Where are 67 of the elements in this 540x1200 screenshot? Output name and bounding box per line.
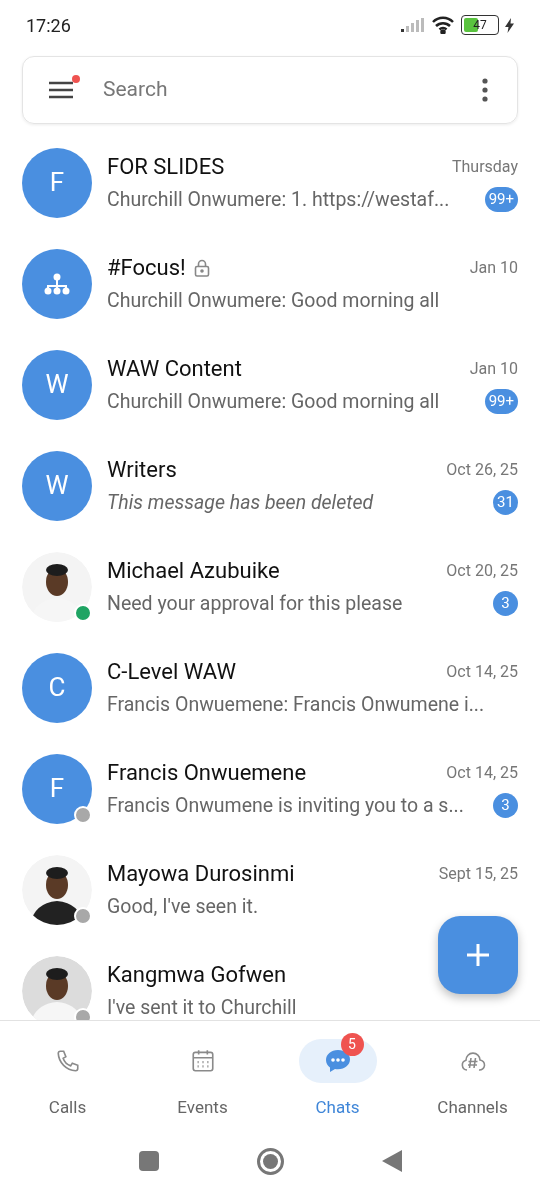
chat-name: Writers xyxy=(107,455,177,484)
nav-tab[interactable]: Events xyxy=(135,1031,270,1121)
avatar: C xyxy=(22,652,92,723)
avatar: F xyxy=(22,147,92,218)
wifi-icon xyxy=(431,16,455,34)
chat-row[interactable]: #Focus! Jan 10 Churchill Onwumere: Good morning all xyxy=(0,233,540,334)
nav-tab[interactable]: 5 Chats xyxy=(270,1031,405,1121)
nav-tab[interactable]: Channels xyxy=(405,1031,540,1121)
unread-count: 31 xyxy=(493,490,518,515)
new-chat-button[interactable] xyxy=(438,916,518,994)
message-preview: I've sent it to Churchill xyxy=(107,994,297,1020)
chat-name: Michael Azubuike xyxy=(107,556,280,585)
message-preview: Churchill Onwumere: Good morning all xyxy=(107,287,440,314)
message-preview: Francis Onwuemene: Francis Onwumene i... xyxy=(107,691,485,718)
chat-row[interactable]: Mayowa Durosinmi Sept 15, 25 Good, I've seen it. xyxy=(0,839,540,940)
chat-time: Jan 10 xyxy=(469,357,518,380)
chat-time: Oct 14, 25 xyxy=(446,761,518,784)
hierarchy-icon xyxy=(44,272,70,295)
chat-time: Jan 10 xyxy=(469,256,518,279)
nav-tab[interactable]: Calls xyxy=(0,1031,135,1121)
avatar: F xyxy=(22,753,92,824)
chat-name: C-Level WAW xyxy=(107,657,236,686)
message-preview: Good, I've seen it. xyxy=(107,893,259,920)
menu-icon[interactable] xyxy=(49,80,75,100)
chat-row[interactable]: Kangmwa Gofwen I've sent it to Churchill xyxy=(0,940,540,1020)
signal-icon xyxy=(401,18,425,32)
home-button[interactable] xyxy=(256,1147,284,1175)
unread-count: 3 xyxy=(493,591,518,616)
message-preview: Churchill Onwumere: Good morning all xyxy=(107,388,440,415)
chat-time: Oct 26, 25 xyxy=(446,458,518,481)
chat-time: Oct 14, 25 xyxy=(446,660,518,683)
chat-row[interactable]: F Francis Onwuemene Oct 14, 25 Francis Onwumene is inviting you to a s... 3 xyxy=(0,738,540,839)
message-preview: Francis Onwumene is inviting you to a s... xyxy=(107,792,464,819)
chat-name: Mayowa Durosinmi xyxy=(107,859,295,888)
unread-count: 3 xyxy=(493,793,518,818)
chat-name: WAW Content xyxy=(107,354,242,383)
phone-icon xyxy=(54,1048,81,1074)
search-bar[interactable]: Search xyxy=(22,56,518,124)
more-options-icon[interactable] xyxy=(481,78,489,102)
recents-button[interactable] xyxy=(138,1151,159,1171)
avatar: W xyxy=(22,450,92,521)
chat-name: #Focus! xyxy=(107,253,186,282)
message-preview: Churchill Onwumere: 1. https://westaf... xyxy=(107,186,450,213)
chat-time: Oct 20, 25 xyxy=(446,559,518,582)
status-time: 17:26 xyxy=(26,13,71,38)
chat-row[interactable]: C C-Level WAW Oct 14, 25 Francis Onwuemene: Francis Onwumene i... xyxy=(0,637,540,738)
plus-icon xyxy=(467,944,489,966)
message-preview: This message has been deleted xyxy=(107,489,374,516)
avatar: W xyxy=(22,349,92,420)
chat-bubble-icon xyxy=(323,1048,352,1074)
unread-count: 99+ xyxy=(484,389,518,414)
chat-time: Thursday xyxy=(451,155,518,178)
chat-time: Sept 15, 25 xyxy=(438,862,518,885)
charging-bolt-icon xyxy=(505,17,514,33)
chat-row[interactable]: W Writers Oct 26, 25 This message has been deleted 31 xyxy=(0,435,540,536)
back-icon[interactable] xyxy=(381,1150,402,1172)
chat-name: Kangmwa Gofwen xyxy=(107,960,287,989)
unread-count: 99+ xyxy=(484,187,518,212)
search-field[interactable]: Search xyxy=(103,74,481,106)
chat-name: FOR SLIDES xyxy=(107,152,225,181)
notification-badge: 5 xyxy=(340,1033,364,1056)
chat-row[interactable]: F FOR SLIDES Thursday Churchill Onwumere: 1. https://westaf... 99+ xyxy=(0,132,540,233)
message-preview: Need your approval for this please xyxy=(107,590,403,617)
chat-name: Francis Onwuemene xyxy=(107,758,307,787)
chat-row[interactable]: Michael Azubuike Oct 20, 25 Need your approval for this please 3 xyxy=(0,536,540,637)
calendar-icon xyxy=(189,1048,216,1074)
chat-row[interactable]: W WAW Content Jan 10 Churchill Onwumere: Good morning all 99+ xyxy=(0,334,540,435)
